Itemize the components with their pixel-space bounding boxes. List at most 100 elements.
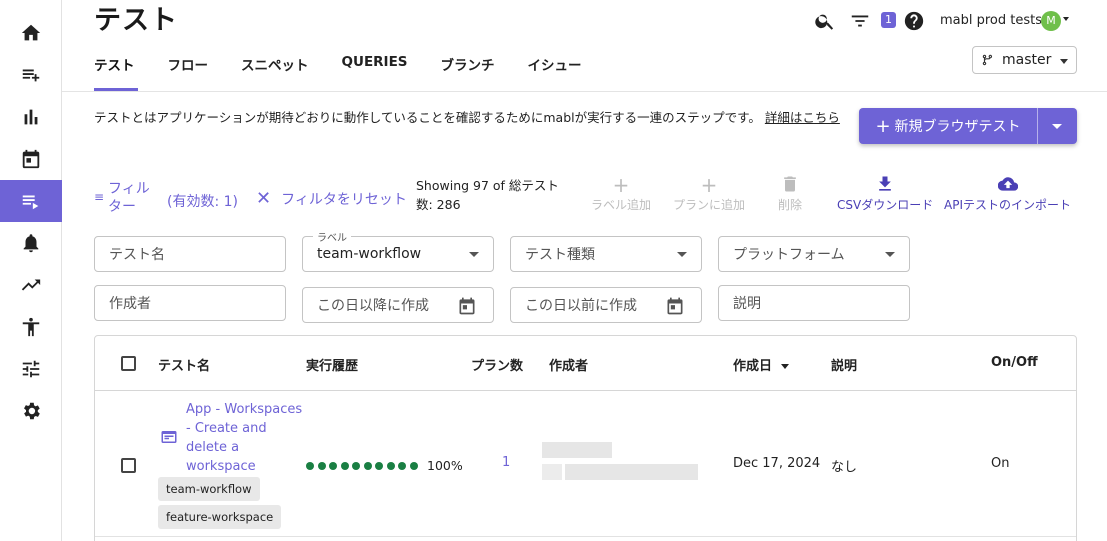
tabs-divider: [62, 91, 1107, 92]
user-name[interactable]: mabl prod tests: [940, 13, 1042, 28]
platform-filter[interactable]: プラットフォーム: [718, 236, 910, 272]
help-icon: [904, 11, 924, 31]
label-chip[interactable]: feature-workspace: [158, 505, 282, 529]
chevron-down-icon: [1060, 59, 1068, 64]
home-icon: [21, 24, 41, 41]
avatar[interactable]: M: [1041, 11, 1061, 31]
run-status-dot: [375, 461, 383, 470]
csv-download-button[interactable]: CSVダウンロード: [837, 174, 933, 213]
test-description: なし: [831, 460, 858, 475]
chevron-down-icon: [885, 252, 895, 257]
created-date: Dec 17, 2024: [733, 456, 821, 471]
creator-filter[interactable]: 作成者: [94, 285, 286, 321]
sidebar-item-accessibility[interactable]: [0, 306, 62, 348]
plus-icon: +: [700, 173, 718, 197]
new-browser-test-button[interactable]: + 新規ブラウザテスト: [859, 108, 1077, 144]
tests-table: テスト名 実行履歴 プラン数 作成者 作成日 説明 On/Off App - W…: [94, 335, 1077, 541]
branch-name: master: [1002, 52, 1052, 68]
plan-count-link[interactable]: 1: [502, 455, 510, 470]
row-checkbox[interactable]: [121, 458, 136, 473]
tab-tests[interactable]: テスト: [94, 54, 135, 74]
description-filter[interactable]: 説明: [718, 285, 910, 321]
sidebar-item-configuration[interactable]: [0, 348, 62, 390]
table-row[interactable]: App - Workspaces - Create and delete a w…: [95, 392, 1076, 537]
sidebar-item-insights[interactable]: [0, 264, 62, 306]
col-created-date[interactable]: 作成日: [733, 355, 789, 374]
calendar-icon: [22, 149, 40, 169]
run-status-dot: [363, 461, 372, 470]
sidebar-item-tests[interactable]: [0, 180, 62, 222]
tab-snippets[interactable]: スニペット: [241, 54, 309, 74]
search-button[interactable]: [814, 10, 836, 32]
search-icon: [815, 14, 834, 30]
col-description: 説明: [831, 359, 858, 374]
close-icon: ✕: [256, 188, 272, 209]
import-api-test-button[interactable]: APIテストのインポート: [944, 174, 1071, 213]
sidebar-item-settings[interactable]: [0, 390, 62, 432]
bell-icon: [23, 234, 39, 253]
page-title: テスト: [94, 5, 178, 36]
test-name-link[interactable]: App - Workspaces - Create and delete a w…: [186, 400, 304, 476]
branch-selector[interactable]: master: [972, 46, 1077, 74]
sidebar-item-notifications[interactable]: [0, 222, 62, 264]
learn-more-link[interactable]: 詳細はこちら: [765, 110, 840, 125]
run-status-dot: [352, 461, 360, 470]
run-status-dot: [306, 461, 314, 470]
sidebar-item-home[interactable]: [0, 12, 62, 54]
chevron-down-icon[interactable]: [1063, 17, 1069, 21]
tab-queries[interactable]: QUERIES: [342, 54, 408, 74]
run-status-dot: [317, 461, 326, 470]
calendar-icon[interactable]: [665, 296, 685, 316]
help-button[interactable]: [903, 10, 925, 32]
created-before-filter[interactable]: この日以前に作成: [510, 287, 702, 323]
new-test-menu-toggle[interactable]: [1038, 108, 1077, 144]
filter-toggle[interactable]: ≡ フィルター: [94, 180, 154, 216]
calendar-icon[interactable]: [457, 296, 477, 316]
created-after-filter[interactable]: この日以降に作成: [302, 287, 494, 323]
run-status-dot: [340, 461, 349, 470]
branch-icon: [982, 54, 993, 66]
col-plan-count[interactable]: プラン数: [471, 355, 523, 374]
filter-menu-button[interactable]: [849, 10, 871, 32]
select-all-checkbox[interactable]: [121, 356, 136, 371]
tab-flows[interactable]: フロー: [168, 54, 209, 74]
add-label-button[interactable]: + ラベル追加: [591, 174, 651, 213]
run-history[interactable]: 100%: [306, 458, 463, 473]
test-type-filter[interactable]: テスト種類: [510, 236, 702, 272]
test-name-filter[interactable]: テスト名: [94, 236, 286, 272]
on-off-status[interactable]: On: [991, 456, 1009, 471]
notification-badge[interactable]: 1: [881, 12, 896, 28]
plus-icon: +: [612, 173, 630, 197]
tab-issues[interactable]: イシュー: [528, 54, 582, 74]
col-creator[interactable]: 作成者: [549, 355, 588, 374]
reset-filters-button[interactable]: ✕ フィルタをリセット: [256, 189, 407, 209]
chevron-down-icon: [677, 252, 687, 257]
run-status-dot: [398, 461, 406, 470]
sort-desc-icon: [780, 364, 789, 369]
active-filter-count: (有効数: 1): [167, 194, 238, 210]
label-filter[interactable]: ラベル team-workflow: [302, 229, 494, 272]
download-icon: [837, 174, 933, 196]
tab-bar: テスト フロー スニペット QUERIES ブランチ イシュー: [94, 54, 615, 74]
col-on-off[interactable]: On/Off: [991, 355, 1038, 370]
pass-rate: 100%: [427, 458, 463, 473]
filter-list-icon: ≡: [94, 190, 105, 204]
run-status-dot: [329, 461, 337, 470]
trending-up-icon: [21, 279, 41, 291]
sidebar-item-plans[interactable]: [0, 54, 62, 96]
delete-button[interactable]: 削除: [778, 174, 802, 213]
bar-chart-icon: [24, 109, 38, 125]
sidebar-item-calendar[interactable]: [0, 138, 62, 180]
result-count: Showing 97 of 総テスト数: 286: [416, 178, 559, 212]
add-to-plan-button[interactable]: + プランに追加: [673, 174, 745, 213]
gear-icon: [24, 402, 40, 420]
playlist-add-icon: [22, 69, 40, 82]
run-status-dot: [386, 461, 395, 470]
run-status-dot: [409, 461, 418, 470]
col-run-history: 実行履歴: [306, 359, 359, 374]
chevron-down-icon: [469, 252, 479, 257]
sidebar-item-results[interactable]: [0, 96, 62, 138]
col-test-name[interactable]: テスト名: [158, 355, 210, 374]
label-chip[interactable]: team-workflow: [158, 477, 260, 501]
tab-branches[interactable]: ブランチ: [441, 54, 495, 74]
